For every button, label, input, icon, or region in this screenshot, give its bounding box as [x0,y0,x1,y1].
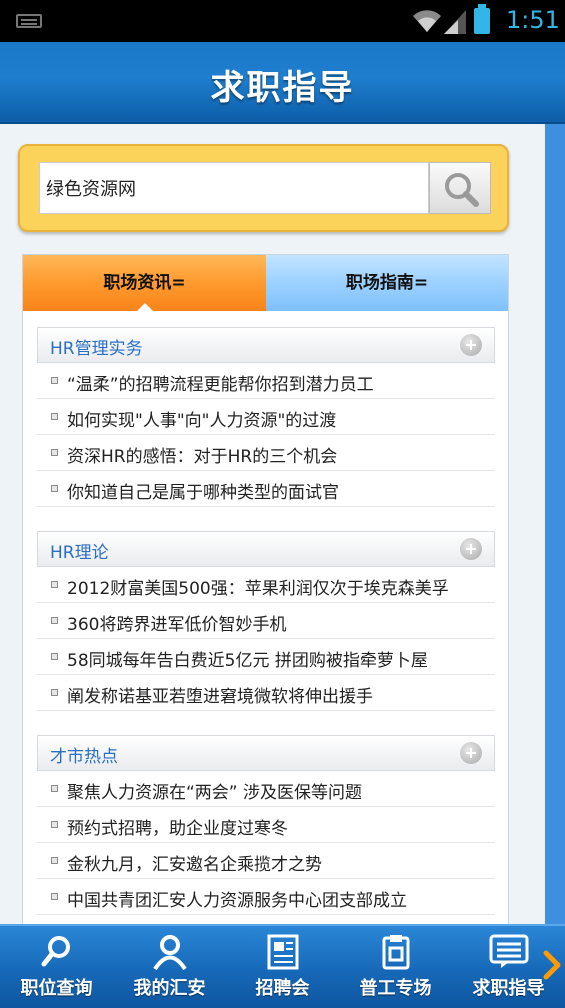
section-title: 才市热点 [50,747,118,767]
item-text: 聚焦人力资源在“两会” 涉及医保等问题 [67,783,363,803]
bullet-icon [51,377,58,384]
bullet-icon [51,617,58,624]
signal-icon [444,10,466,34]
expand-plus-icon[interactable] [460,742,482,764]
side-strip [545,124,565,924]
battery-icon [474,4,490,34]
nav-job-search[interactable]: 职位查询 [0,926,113,1008]
list-item[interactable]: 2012财富美国500强：苹果利润仅次于埃克森美孚 [37,567,495,603]
bullet-icon [51,449,58,456]
item-text: 金秋九月，汇安邀名企乘揽才之势 [67,855,322,875]
list-item[interactable]: 中国共青团汇安人力资源服务中心团支部成立 [37,879,495,915]
nav-label: 普工专场 [359,978,432,999]
tab-workplace-guide[interactable]: 职场指南= [266,255,508,311]
bullet-icon [51,653,58,660]
content-area: 职场资讯= 职场指南= HR管理实务 “温柔”的招聘流程更能帮你招到潜力员工 如… [0,124,565,924]
list-item[interactable]: 你知道自己是属于哪种类型的面试官 [37,471,495,507]
section-title: HR理论 [50,543,109,563]
search-bar [18,144,509,232]
bullet-icon [51,857,58,864]
section-hr-management: HR管理实务 “温柔”的招聘流程更能帮你招到潜力员工 如何实现"人事"向"人力资… [37,327,495,507]
nav-job-fair[interactable]: 招聘会 [226,926,339,1008]
document-icon [382,935,409,970]
news-panel: 职场资讯= 职场指南= HR管理实务 “温柔”的招聘流程更能帮你招到潜力员工 如… [22,254,509,924]
item-text: 360将跨界进军低价智妙手机 [67,615,287,635]
section-header[interactable]: HR管理实务 [37,327,495,363]
item-text: 你知道自己是属于哪种类型的面试官 [67,483,339,503]
status-bar: 1:51 [0,0,565,42]
newspaper-icon [267,934,298,970]
bullet-icon [51,413,58,420]
keyboard-icon [16,14,42,28]
list-item[interactable]: 金秋九月，汇安邀名企乘揽才之势 [37,843,495,879]
wifi-icon [413,10,441,32]
bullet-icon [51,689,58,696]
bottom-nav: 职位查询 我的汇安 招聘会 普工专场 求职指导 [0,924,565,1008]
list-item[interactable]: 预约式招聘，助企业度过寒冬 [37,807,495,843]
item-text: 58同城每年告白费近5亿元 拼团购被指牵萝卜屋 [67,651,428,671]
list-item[interactable]: 58同城每年告白费近5亿元 拼团购被指牵萝卜屋 [37,639,495,675]
item-text: 预约式招聘，助企业度过寒冬 [67,819,288,839]
section-title: HR管理实务 [50,339,143,359]
list-item[interactable]: 资深HR的感悟：对于HR的三个机会 [37,435,495,471]
nav-general-labor[interactable]: 普工专场 [339,926,452,1008]
tab-workplace-news[interactable]: 职场资讯= [23,255,266,311]
list-item[interactable]: 阐发称诺基亚若堕进窘境微软将伸出援手 [37,675,495,711]
item-text: 中国共青团汇安人力资源服务中心团支部成立 [67,891,407,911]
title-bar: 求职指导 [0,42,565,124]
nav-label: 职位查询 [20,978,93,999]
bullet-icon [51,821,58,828]
bullet-icon [51,893,58,900]
nav-my-huian[interactable]: 我的汇安 [113,926,226,1008]
search-field[interactable] [39,162,429,214]
nav-label: 我的汇安 [133,978,206,999]
expand-plus-icon[interactable] [460,538,482,560]
nav-label: 招聘会 [255,978,310,999]
item-text: 如何实现"人事"向"人力资源"的过渡 [67,411,337,431]
search-input[interactable] [40,163,428,213]
section-header[interactable]: 才市热点 [37,735,495,771]
magnifier-icon [445,173,479,207]
item-text: “温柔”的招聘流程更能帮你招到潜力员工 [67,375,374,395]
search-icon [41,936,70,967]
bullet-icon [51,785,58,792]
page-title: 求职指导 [210,68,355,108]
tab-bar: 职场资讯= 职场指南= [23,255,508,311]
list-item[interactable]: 如何实现"人事"向"人力资源"的过渡 [37,399,495,435]
chevron-right-icon[interactable] [543,950,561,980]
search-button[interactable] [429,162,491,214]
user-icon [152,935,187,970]
expand-plus-icon[interactable] [460,334,482,356]
section-hr-theory: HR理论 2012财富美国500强：苹果利润仅次于埃克森美孚 360将跨界进军低… [37,531,495,711]
list-item[interactable]: 360将跨界进军低价智妙手机 [37,603,495,639]
section-talent-hotspots: 才市热点 聚焦人力资源在“两会” 涉及医保等问题 预约式招聘，助企业度过寒冬 金… [37,735,495,915]
list-item[interactable]: “温柔”的招聘流程更能帮你招到潜力员工 [37,363,495,399]
bullet-icon [51,581,58,588]
item-text: 阐发称诺基亚若堕进窘境微软将伸出援手 [67,687,373,707]
section-header[interactable]: HR理论 [37,531,495,567]
clock: 1:51 [506,6,560,34]
message-icon [489,934,528,968]
bullet-icon [51,485,58,492]
item-text: 资深HR的感悟：对于HR的三个机会 [67,447,338,467]
item-text: 2012财富美国500强：苹果利润仅次于埃克森美孚 [67,579,449,599]
list-item[interactable]: 聚焦人力资源在“两会” 涉及医保等问题 [37,771,495,807]
